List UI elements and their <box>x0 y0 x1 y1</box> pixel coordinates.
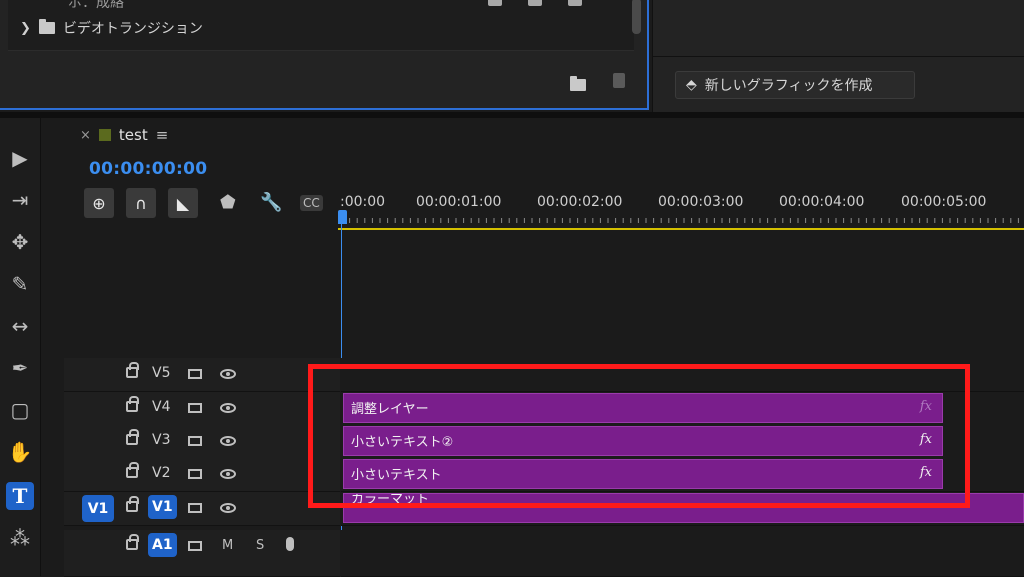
ruler-label: 00:00:05:00 <box>901 194 987 210</box>
sync-lock-icon[interactable] <box>188 469 202 479</box>
hand-tool-icon[interactable]: ✋ <box>6 438 34 466</box>
vertical-type-tool-icon[interactable]: ⁂ <box>6 524 34 552</box>
ripple-edit-tool-icon[interactable]: ✥ <box>6 228 34 256</box>
track-header-v4[interactable]: V4 <box>64 392 340 426</box>
track-label-v5: V5 <box>152 365 171 381</box>
captions-icon[interactable]: CC <box>300 195 323 211</box>
sync-lock-icon[interactable] <box>188 436 202 446</box>
track-header-a1[interactable]: A1 M S <box>64 530 340 577</box>
playhead-timecode[interactable]: 00:00:00:00 <box>89 159 207 179</box>
ruler-ticks <box>341 218 1019 223</box>
sync-lock-icon[interactable] <box>188 503 202 513</box>
track-header-spacer <box>64 230 340 358</box>
razor-tool-icon[interactable]: ✎ <box>6 270 34 298</box>
accelerated-icon[interactable] <box>528 0 542 6</box>
sync-lock-icon[interactable] <box>188 541 202 551</box>
insert-nest-toggle-icon[interactable]: ⊕ <box>84 188 114 218</box>
trash-icon[interactable] <box>613 73 625 88</box>
voiceover-mic-icon[interactable] <box>286 537 294 551</box>
eye-icon[interactable] <box>220 403 236 413</box>
tree-item-partial-label: ポ：成絡 <box>68 0 124 11</box>
tree-item-video-transitions[interactable]: ❯ ビデオトランジション <box>20 18 203 38</box>
lock-icon[interactable] <box>126 396 139 412</box>
track-header-v5[interactable]: V5 <box>64 358 340 392</box>
eye-icon[interactable] <box>220 469 236 479</box>
effects-panel: ポ：成絡 ❯ ビデオトランジション <box>0 0 649 110</box>
slip-tool-icon[interactable]: ↔ <box>6 312 34 340</box>
eye-icon[interactable] <box>220 369 236 379</box>
yuv-icon[interactable] <box>568 0 582 6</box>
effects-tree: ポ：成絡 ❯ ビデオトランジション <box>8 0 641 51</box>
ruler-label: 00:00:01:00 <box>416 194 502 210</box>
track-label-a1[interactable]: A1 <box>148 533 177 557</box>
linked-selection-icon[interactable]: ◣ <box>168 188 198 218</box>
new-graphic-button[interactable]: ⬘ 新しいグラフィックを作成 <box>675 71 915 99</box>
tree-item-label: ビデオトランジション <box>62 21 203 37</box>
sequence-label-color <box>98 129 111 141</box>
work-area-bar[interactable] <box>338 228 1024 230</box>
track-header-v3[interactable]: V3 <box>64 425 340 459</box>
track-header-v2[interactable]: V2 <box>64 458 340 492</box>
lock-icon[interactable] <box>126 534 139 550</box>
lock-icon[interactable] <box>126 429 139 445</box>
chevron-right-icon[interactable]: ❯ <box>20 21 31 36</box>
mute-button[interactable]: M <box>222 538 233 553</box>
track-label-v3: V3 <box>152 432 171 448</box>
solo-button[interactable]: S <box>256 538 264 553</box>
new-layer-icon: ⬘ <box>686 77 697 93</box>
add-marker-icon[interactable]: ⬟ <box>220 192 236 213</box>
timeline-settings-icon[interactable]: 🔧 <box>260 192 282 213</box>
rectangle-tool-icon[interactable]: ▢ <box>6 396 34 424</box>
highlight-annotation <box>308 364 970 508</box>
track-select-tool-icon[interactable]: ⇥ <box>6 186 34 214</box>
new-bin-icon[interactable] <box>570 76 586 91</box>
close-icon[interactable]: × <box>80 128 91 143</box>
tools-panel: ▶ ⇥ ✥ ✎ ↔ ✒ ▢ ✋ T ⁂ <box>0 118 41 576</box>
type-tool-icon[interactable]: T <box>6 482 34 510</box>
sync-lock-icon[interactable] <box>188 369 202 379</box>
ruler-label: 00:00:04:00 <box>779 194 865 210</box>
ruler-label: 00:00:03:00 <box>658 194 744 210</box>
sequence-tab[interactable]: × test ≡ <box>80 126 168 144</box>
eye-icon[interactable] <box>220 436 236 446</box>
snap-icon[interactable]: ∩ <box>126 188 156 218</box>
tree-item-partial[interactable]: ポ：成絡 <box>68 0 124 12</box>
lane-a1[interactable] <box>341 530 1024 577</box>
lock-icon[interactable] <box>126 496 139 512</box>
ruler-label: 00:00:02:00 <box>537 194 623 210</box>
pen-tool-icon[interactable]: ✒ <box>6 354 34 382</box>
lock-icon[interactable] <box>126 462 139 478</box>
panel-menu-icon[interactable]: ≡ <box>156 126 169 144</box>
time-ruler[interactable]: :00:00 00:00:01:00 00:00:02:00 00:00:03:… <box>338 190 1024 230</box>
sequence-tab-label: test <box>118 126 148 144</box>
new-graphic-button-label: 新しいグラフィックを作成 <box>704 78 873 94</box>
track-label-v1[interactable]: V1 <box>148 495 177 519</box>
track-label-v2: V2 <box>152 465 171 481</box>
ruler-label: :00:00 <box>340 194 386 210</box>
effects-scrollbar[interactable] <box>632 0 641 34</box>
graphics-divider <box>653 56 1024 57</box>
track-label-v4: V4 <box>152 399 171 415</box>
playhead-handle[interactable] <box>338 210 347 224</box>
lock-icon[interactable] <box>126 362 139 378</box>
sync-lock-icon[interactable] <box>188 403 202 413</box>
folder-icon <box>38 19 55 34</box>
source-patch-v1[interactable]: V1 <box>82 495 114 522</box>
preset-icon[interactable] <box>488 0 502 6</box>
selection-tool-icon[interactable]: ▶ <box>6 144 34 172</box>
eye-icon[interactable] <box>220 503 236 513</box>
